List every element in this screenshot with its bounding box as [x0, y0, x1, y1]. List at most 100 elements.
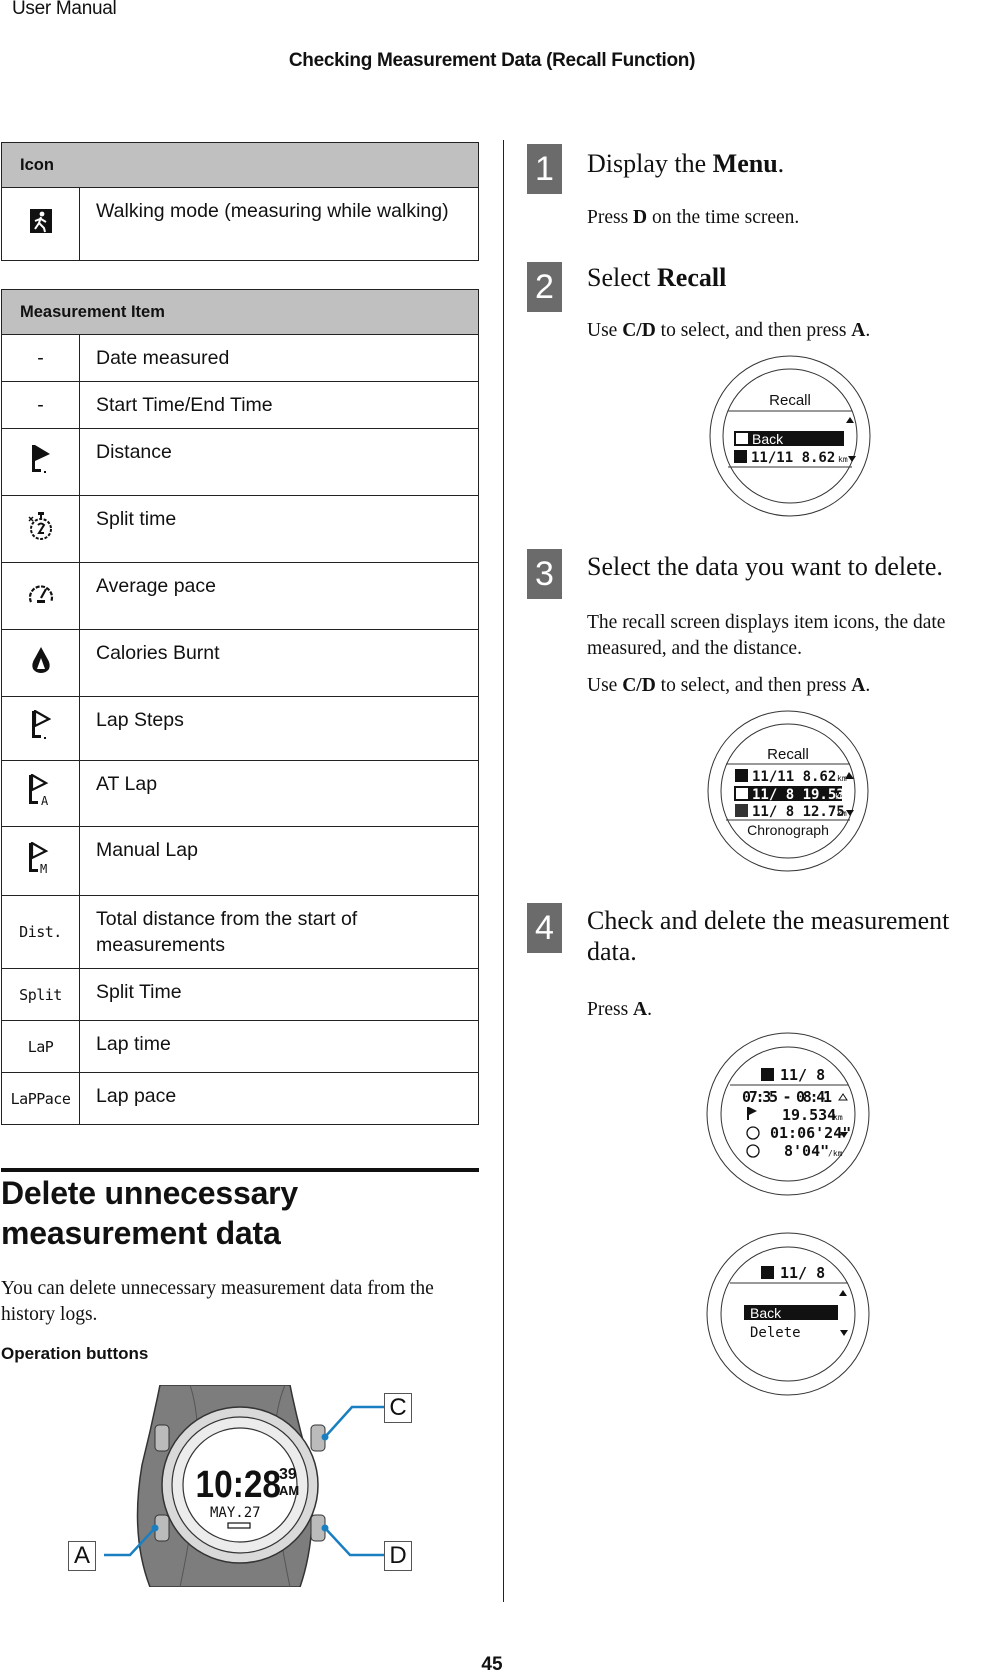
body-text: .: [647, 999, 653, 1020]
step-2-title: Select Recall: [587, 262, 984, 293]
table-row: Lap Steps: [1, 696, 479, 761]
step-4-number: 4: [527, 903, 562, 953]
detail-split-time: 01:06'24": [770, 1124, 851, 1142]
watch-seconds: 39: [279, 1466, 297, 1483]
table-row: - Date measured: [1, 334, 479, 382]
pace-gauge-icon: [1, 562, 80, 630]
dash-marker: -: [1, 381, 80, 429]
lap-label-icon: LaP: [1, 1020, 80, 1073]
body-text: Use: [587, 320, 623, 341]
dash-marker: -: [1, 334, 80, 382]
body-text: .: [865, 675, 871, 696]
document-label: User Manual: [12, 0, 117, 19]
menu-date: 11/ 8: [780, 1264, 825, 1282]
step-1-title: Display the Menu.: [587, 148, 984, 179]
watch-figure: 10:28 39 AM MAY.27 C A D: [60, 1384, 420, 1588]
row-description: Split Time: [79, 968, 479, 1021]
row-description: Distance: [79, 428, 479, 496]
button-ref: C/D: [622, 675, 656, 696]
table-row: Walking mode (measuring while walking): [1, 187, 479, 261]
callout-c-label: C: [384, 1393, 412, 1423]
table-row: - Start Time/End Time: [1, 381, 479, 429]
walking-mode-icon: [1, 187, 80, 261]
unit-label: /km: [828, 1149, 843, 1158]
row-description: Calories Burnt: [79, 629, 479, 697]
step-title-text: Select: [587, 263, 658, 292]
detail-distance: 19.534: [782, 1106, 836, 1124]
step-3-body-1: The recall screen displays item icons, t…: [587, 612, 946, 659]
button-ref: A: [633, 999, 648, 1020]
button-ref: C/D: [622, 320, 656, 341]
dist-label-icon: Dist.: [1, 895, 80, 969]
body-text: to select, and then press: [655, 320, 852, 341]
selected-row-highlight: [734, 431, 844, 446]
body-text: Use: [587, 675, 623, 696]
step-1-body: Press D on the time screen.: [587, 205, 984, 231]
section-intro: You can delete unnecessary measurement d…: [1, 1278, 434, 1325]
callout-d-label: D: [384, 1541, 412, 1571]
body-text: .: [865, 320, 871, 341]
step-3-number: 3: [527, 549, 562, 599]
step-1-number: 1: [527, 144, 562, 194]
step-3-body-2: Use C/D to select, and then press A.: [587, 673, 984, 699]
callout-a-label: A: [68, 1541, 96, 1571]
row-description: Date measured: [79, 334, 479, 382]
table-row: Calories Burnt: [1, 629, 479, 697]
operation-buttons-label: Operation buttons: [1, 1344, 149, 1363]
table-row: LaP Lap time: [1, 1020, 479, 1073]
running-mode-icon: [736, 788, 748, 799]
watch-time: 10:28: [196, 1463, 282, 1505]
section-title: Delete unnecessary measurement data: [1, 1175, 299, 1251]
detail-pace: 8'04": [784, 1142, 829, 1160]
flame-icon: [1, 629, 80, 697]
recall-entry-selected: 11/ 8 19.53: [752, 787, 845, 803]
step-4-body: Press A.: [587, 997, 984, 1023]
table-row: M Manual Lap: [1, 826, 479, 896]
detail-screen: 11/ 8 07:35 - 08:41 19.534 km 01:06'24" …: [702, 1030, 874, 1202]
table-row: A AT Lap: [1, 760, 479, 827]
table-row: LaPPace Lap pace: [1, 1072, 479, 1125]
recall-screen-2: Recall 11/11 8.62 km 11/ 8 19.53 km 11/ …: [702, 710, 874, 882]
icon-table-header: Icon: [1, 142, 479, 188]
row-description: Split time: [79, 495, 479, 563]
unit-label: km: [837, 809, 847, 818]
column-divider: [503, 140, 504, 1602]
menu-item-back: Back: [750, 1305, 782, 1321]
button-ref: D: [633, 207, 648, 228]
lap-flag-icon: [1, 696, 80, 761]
watch-ampm: AM: [279, 1483, 299, 1498]
menu-item-delete: Delete: [750, 1325, 801, 1341]
screen-footer: Chronograph: [747, 822, 829, 838]
step-2-number: 2: [527, 262, 562, 312]
screen-title: Recall: [769, 392, 811, 409]
lappace-label-icon: LaPPace: [1, 1072, 80, 1125]
table-row: Average pace: [1, 562, 479, 630]
distance-flag-icon: [747, 1107, 749, 1120]
detail-time-range: 07:35 - 08:41: [742, 1088, 832, 1106]
body-text: Press: [587, 999, 634, 1020]
running-mode-icon: [761, 1266, 774, 1279]
measurement-table-header: Measurement Item: [1, 289, 479, 335]
svg-text:M: M: [40, 862, 47, 874]
recall-entry: 11/11 8.62: [751, 450, 835, 466]
table-row: Split Split Time: [1, 968, 479, 1021]
step-title-bold: Recall: [657, 263, 727, 292]
table-row: Split time: [1, 495, 479, 563]
row-description: Manual Lap: [79, 826, 479, 896]
step-4-title: Check and delete the measurement data.: [587, 906, 950, 966]
manual-lap-flag-icon: M: [1, 826, 80, 896]
running-mode-icon: [761, 1068, 774, 1081]
table-row: Dist. Total distance from the start of m…: [1, 895, 479, 969]
distance-flag-icon: [1, 428, 80, 496]
table-row: Distance: [1, 428, 479, 496]
step-2-body: Use C/D to select, and then press A.: [587, 318, 984, 344]
cycling-mode-icon: [735, 804, 748, 817]
walking-mode-icon: [735, 769, 748, 782]
unit-label: km: [833, 1113, 843, 1122]
row-description: AT Lap: [79, 760, 479, 827]
row-description: Lap pace: [79, 1072, 479, 1125]
watch-date: MAY.27: [210, 1505, 261, 1521]
row-description: Lap time: [79, 1020, 479, 1073]
menu-item-back: Back: [752, 431, 784, 447]
measurement-item-table: Measurement Item - Date measured - Start…: [1, 289, 479, 1125]
